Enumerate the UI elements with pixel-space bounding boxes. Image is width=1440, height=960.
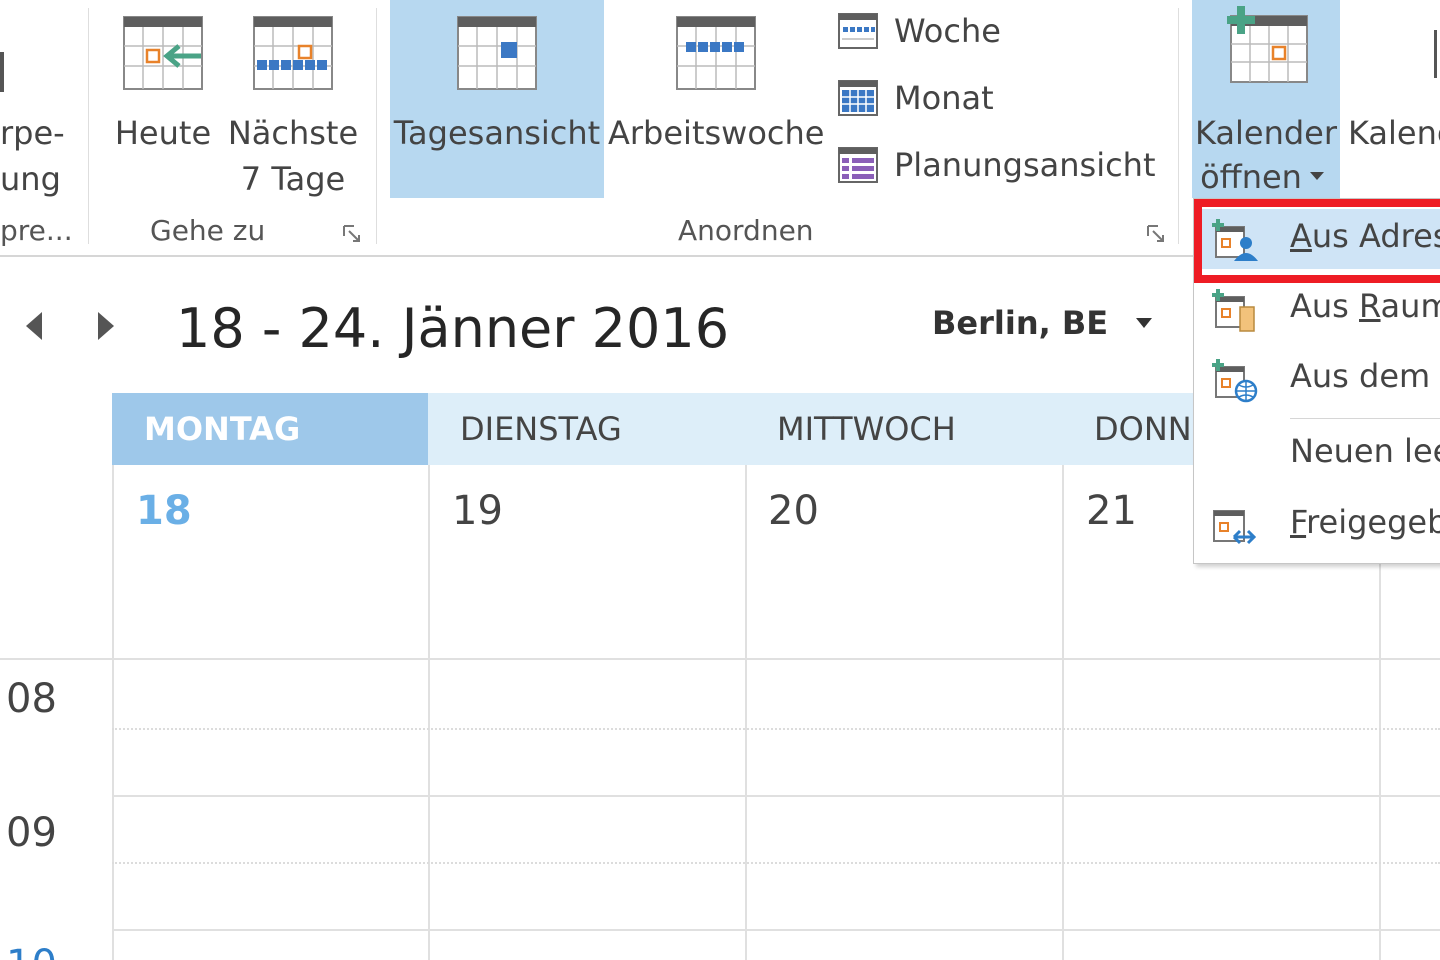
shared-calendar-icon xyxy=(1213,510,1257,545)
calendar-month-icon xyxy=(838,80,878,116)
monat-button[interactable]: Monat xyxy=(838,73,994,123)
menu-label: Aus dem I xyxy=(1290,357,1440,395)
menu-separator xyxy=(1290,418,1440,419)
weather-location-dropdown[interactable]: Berlin, BE xyxy=(932,304,1153,342)
calendar-week-icon xyxy=(838,13,878,49)
previous-arrow-icon[interactable] xyxy=(20,310,48,342)
day-header-wednesday[interactable]: MITTWOCH xyxy=(745,393,1061,465)
group-separator xyxy=(376,8,377,244)
monat-label: Monat xyxy=(894,79,994,117)
menu-item-from-internet[interactable]: Aus dem I xyxy=(1194,349,1440,409)
day-name: MONTAG xyxy=(144,410,301,448)
woche-label: Woche xyxy=(894,12,1001,50)
day-name: MITTWOCH xyxy=(777,410,956,448)
chevron-down-icon xyxy=(1310,172,1324,180)
left-group-label: pre... xyxy=(0,214,73,247)
menu-item-from-room-list[interactable]: Aus Raum xyxy=(1194,279,1440,339)
grid-line xyxy=(745,465,747,960)
dialog-launcher-icon[interactable] xyxy=(1146,224,1166,244)
heute-label: Heute xyxy=(114,114,212,152)
naechste-label-2: 7 Tage xyxy=(240,160,346,198)
calendar-work-week-icon xyxy=(676,16,756,90)
day-name: DONN xyxy=(1094,410,1192,448)
group-separator xyxy=(1178,8,1179,244)
hour-label: 09 xyxy=(6,810,57,856)
menu-item-new-blank-calendar[interactable]: Neuen lee xyxy=(1194,424,1440,484)
grid-line xyxy=(112,465,114,960)
half-hour-line xyxy=(112,862,1440,864)
next-arrow-icon[interactable] xyxy=(92,310,120,342)
arbeitswoche-button[interactable]: Arbeitswoche xyxy=(608,0,824,198)
kalender-oeffnen-button[interactable]: Kalender öffnen xyxy=(1192,0,1340,198)
planungsansicht-label: Planungsansicht xyxy=(894,146,1156,184)
open-calendar-menu: Aus Adres Aus Raum Aus dem I Neuen lee F… xyxy=(1193,198,1440,564)
kalender-partial-label: Kalenc xyxy=(1348,114,1440,152)
day-header-tuesday[interactable]: DIENSTAG xyxy=(428,393,744,465)
naechste-7-tage-button[interactable]: Nächste 7 Tage xyxy=(226,0,360,198)
calendar-next-7-days-icon xyxy=(253,16,333,90)
left-label-1: rpe- xyxy=(0,114,65,152)
partial-icon xyxy=(0,52,4,92)
internet-calendar-icon xyxy=(1212,359,1258,403)
day-name: DIENSTAG xyxy=(460,410,622,448)
tagesansicht-button[interactable]: Tagesansicht xyxy=(390,0,604,198)
calendar-day-view-icon xyxy=(457,16,537,90)
schedule-view-icon xyxy=(838,147,878,183)
woche-button[interactable]: Woche xyxy=(838,6,1001,56)
chevron-down-icon xyxy=(1136,318,1153,328)
open-calendar-icon xyxy=(1227,6,1308,83)
day-number-today[interactable]: 18 xyxy=(136,488,192,534)
room-list-calendar-icon xyxy=(1212,289,1255,332)
naechste-label-1: Nächste xyxy=(227,114,359,152)
kalender-oeffnen-label-1: Kalender xyxy=(1194,114,1338,152)
all-day-divider xyxy=(0,658,1440,660)
hour-line xyxy=(112,795,1440,797)
hour-label: 08 xyxy=(6,676,57,722)
anordnen-group-label: Anordnen xyxy=(678,214,814,247)
heute-button[interactable]: Heute xyxy=(110,0,216,198)
group-separator xyxy=(88,8,89,244)
date-range-title: 18 - 24. Jänner 2016 xyxy=(176,297,730,360)
planungsansicht-button[interactable]: Planungsansicht xyxy=(838,140,1156,190)
arbeitswoche-label: Arbeitswoche xyxy=(608,114,825,152)
hour-line xyxy=(112,929,1440,931)
tagesansicht-label: Tagesansicht xyxy=(393,114,601,152)
left-label-2: ung xyxy=(0,160,61,198)
calendar-today-icon xyxy=(123,16,203,90)
dialog-launcher-icon[interactable] xyxy=(342,224,362,244)
menu-label: Neuen lee xyxy=(1290,432,1440,470)
grid-line xyxy=(428,465,430,960)
menu-item-open-shared-calendar[interactable]: Freigegeb xyxy=(1194,495,1440,555)
gehe-zu-group-label: Gehe zu xyxy=(150,214,266,247)
menu-label: Freigegeb xyxy=(1290,503,1440,541)
day-number[interactable]: 21 xyxy=(1086,488,1137,534)
location-label: Berlin, BE xyxy=(932,304,1109,342)
hour-label: 10 xyxy=(6,942,57,960)
partial-calendar-icon xyxy=(1434,30,1437,78)
half-hour-line xyxy=(112,728,1440,730)
day-number[interactable]: 20 xyxy=(768,488,819,534)
highlight-box xyxy=(1194,199,1440,283)
day-header-monday[interactable]: MONTAG xyxy=(112,393,428,465)
day-number[interactable]: 19 xyxy=(452,488,503,534)
grid-line xyxy=(1062,465,1064,960)
menu-label: Aus Raum xyxy=(1290,287,1440,325)
